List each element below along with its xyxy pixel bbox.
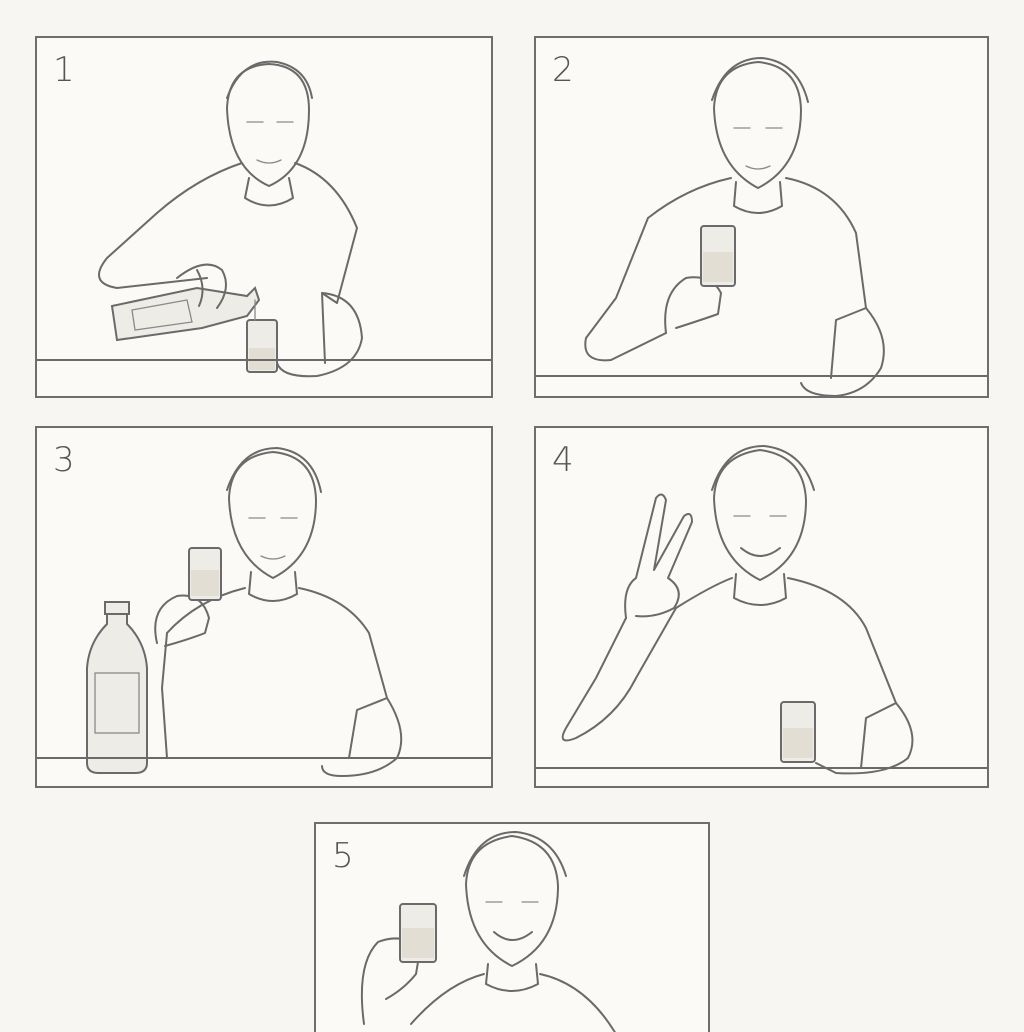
storyboard-panel-2: 2 [534, 36, 989, 398]
raising-glass-sketch [37, 447, 491, 777]
storyboard-panel-5: 5 [314, 822, 710, 1032]
pouring-drink-sketch [37, 60, 491, 378]
toast-sketch [360, 831, 616, 1032]
holding-glass-sketch [536, 57, 987, 396]
storyboard-panel-4: 4 [534, 426, 989, 788]
storyboard-panel-3: 3 [35, 426, 493, 788]
peace-sign-sketch [536, 445, 987, 775]
storyboard-panel-1: 1 [35, 36, 493, 398]
